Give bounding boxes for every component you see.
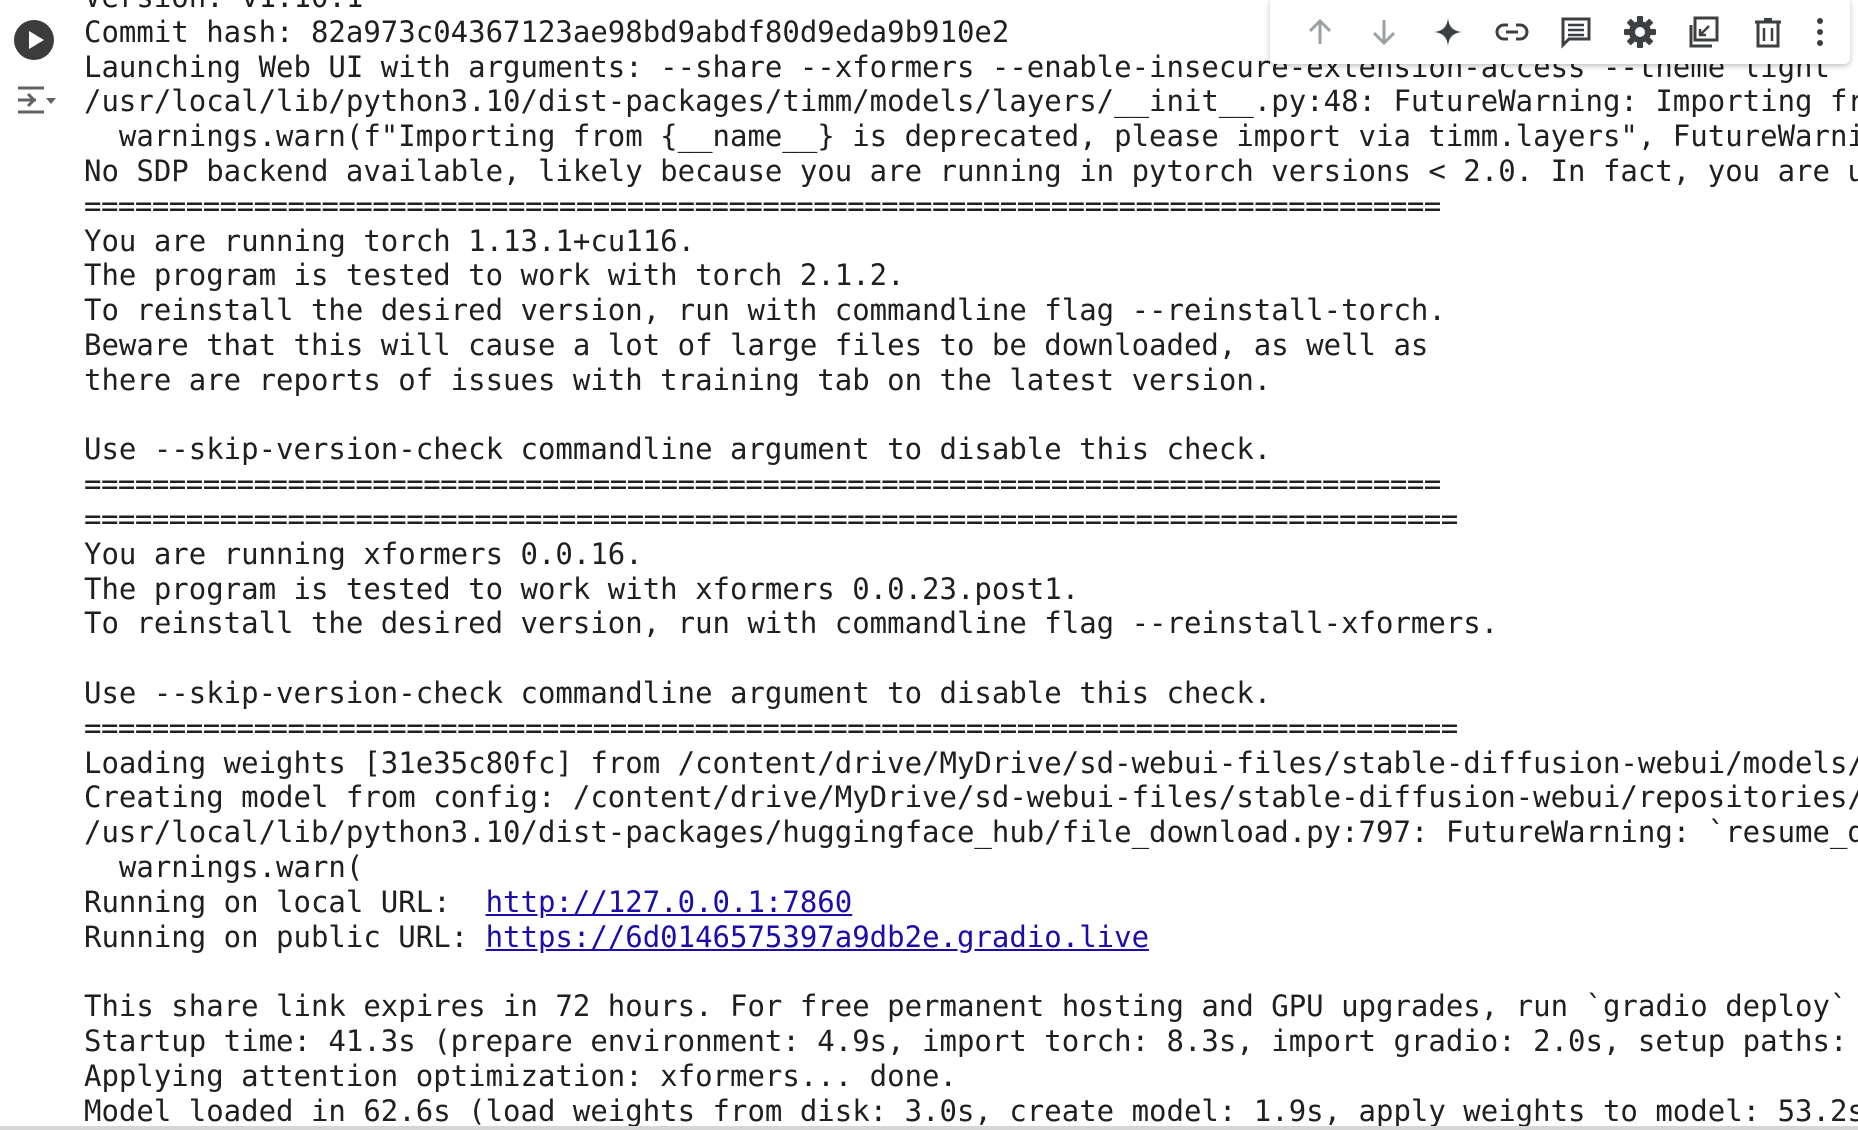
separator-line: ========================================… xyxy=(84,188,1441,223)
separator-line: ========================================… xyxy=(84,501,1458,536)
sparkle-icon xyxy=(1434,18,1462,46)
comment-icon xyxy=(1561,17,1591,49)
public-url-label: Running on public URL: xyxy=(84,919,486,954)
more-vert-icon xyxy=(1817,18,1823,46)
output-line: warnings.warn( xyxy=(84,849,364,884)
local-url-label: Running on local URL: xyxy=(84,884,486,919)
mirror-cell-button[interactable] xyxy=(1672,0,1736,64)
arrow-up-icon xyxy=(1308,18,1332,44)
run-cell-button[interactable] xyxy=(14,20,54,60)
cell-settings-button[interactable] xyxy=(1608,0,1672,64)
cell-output: Version: v1.10.1Commit hash: 82a973c0436… xyxy=(84,0,1858,1128)
output-line: This share link expires in 72 hours. For… xyxy=(84,989,1858,1024)
output-actions-icon xyxy=(18,86,56,114)
link-icon xyxy=(1495,23,1529,41)
output-line: Startup time: 41.3s (prepare environment… xyxy=(84,1023,1858,1058)
output-line: Beware that this will cause a lot of lar… xyxy=(84,327,1429,362)
gear-icon xyxy=(1624,16,1656,48)
output-line: Creating model from config: /content/dri… xyxy=(84,780,1858,815)
cell-gutter xyxy=(0,0,70,1130)
add-comment-button[interactable] xyxy=(1544,0,1608,64)
more-actions-button[interactable] xyxy=(1800,0,1840,64)
delete-cell-button[interactable] xyxy=(1736,0,1800,64)
cell-toolbar xyxy=(1270,0,1850,64)
mirror-cell-icon xyxy=(1689,16,1719,48)
output-line: To reinstall the desired version, run wi… xyxy=(84,293,1446,328)
output-line: To reinstall the desired version, run wi… xyxy=(84,606,1499,641)
move-cell-down-button[interactable] xyxy=(1352,0,1416,64)
separator-line: ========================================… xyxy=(84,710,1458,745)
output-line: /usr/local/lib/python3.10/dist-packages/… xyxy=(84,815,1858,850)
local-url-link[interactable]: http://127.0.0.1:7860 xyxy=(486,885,853,919)
output-line: Loading weights [31e35c80fc] from /conte… xyxy=(84,745,1858,780)
output-line: Use --skip-version-check commandline arg… xyxy=(84,675,1272,710)
output-line: Model loaded in 62.6s (load weights from… xyxy=(84,1093,1858,1128)
output-line: The program is tested to work with torch… xyxy=(84,258,905,293)
output-line: /usr/local/lib/python3.10/dist-packages/… xyxy=(84,84,1858,119)
trash-icon xyxy=(1755,18,1781,48)
local-url-line: Running on local URL: http://127.0.0.1:7… xyxy=(84,885,1858,920)
scrollbar-track xyxy=(0,1126,1858,1130)
separator-line: ========================================… xyxy=(84,467,1441,502)
move-cell-up-button[interactable] xyxy=(1288,0,1352,64)
arrow-down-icon xyxy=(1372,20,1396,46)
output-actions-button[interactable] xyxy=(12,78,60,122)
gemini-button[interactable] xyxy=(1416,0,1480,64)
output-line: You are running xformers 0.0.16. xyxy=(84,536,643,571)
output-line: You are running torch 1.13.1+cu116. xyxy=(84,223,696,258)
output-line: Applying attention optimization: xformer… xyxy=(84,1058,957,1093)
output-line: warnings.warn(f"Importing from {__name__… xyxy=(84,119,1858,154)
play-icon xyxy=(15,21,53,59)
public-url-link[interactable]: https://6d0146575397a9db2e.gradio.live xyxy=(486,920,1149,954)
output-line: Use --skip-version-check commandline arg… xyxy=(84,432,1272,467)
output-line: there are reports of issues with trainin… xyxy=(84,362,1272,397)
output-line: The program is tested to work with xform… xyxy=(84,571,1080,606)
copy-link-button[interactable] xyxy=(1480,0,1544,64)
output-line: No SDP backend available, likely because… xyxy=(84,153,1858,188)
public-url-line: Running on public URL: https://6d0146575… xyxy=(84,920,1858,955)
